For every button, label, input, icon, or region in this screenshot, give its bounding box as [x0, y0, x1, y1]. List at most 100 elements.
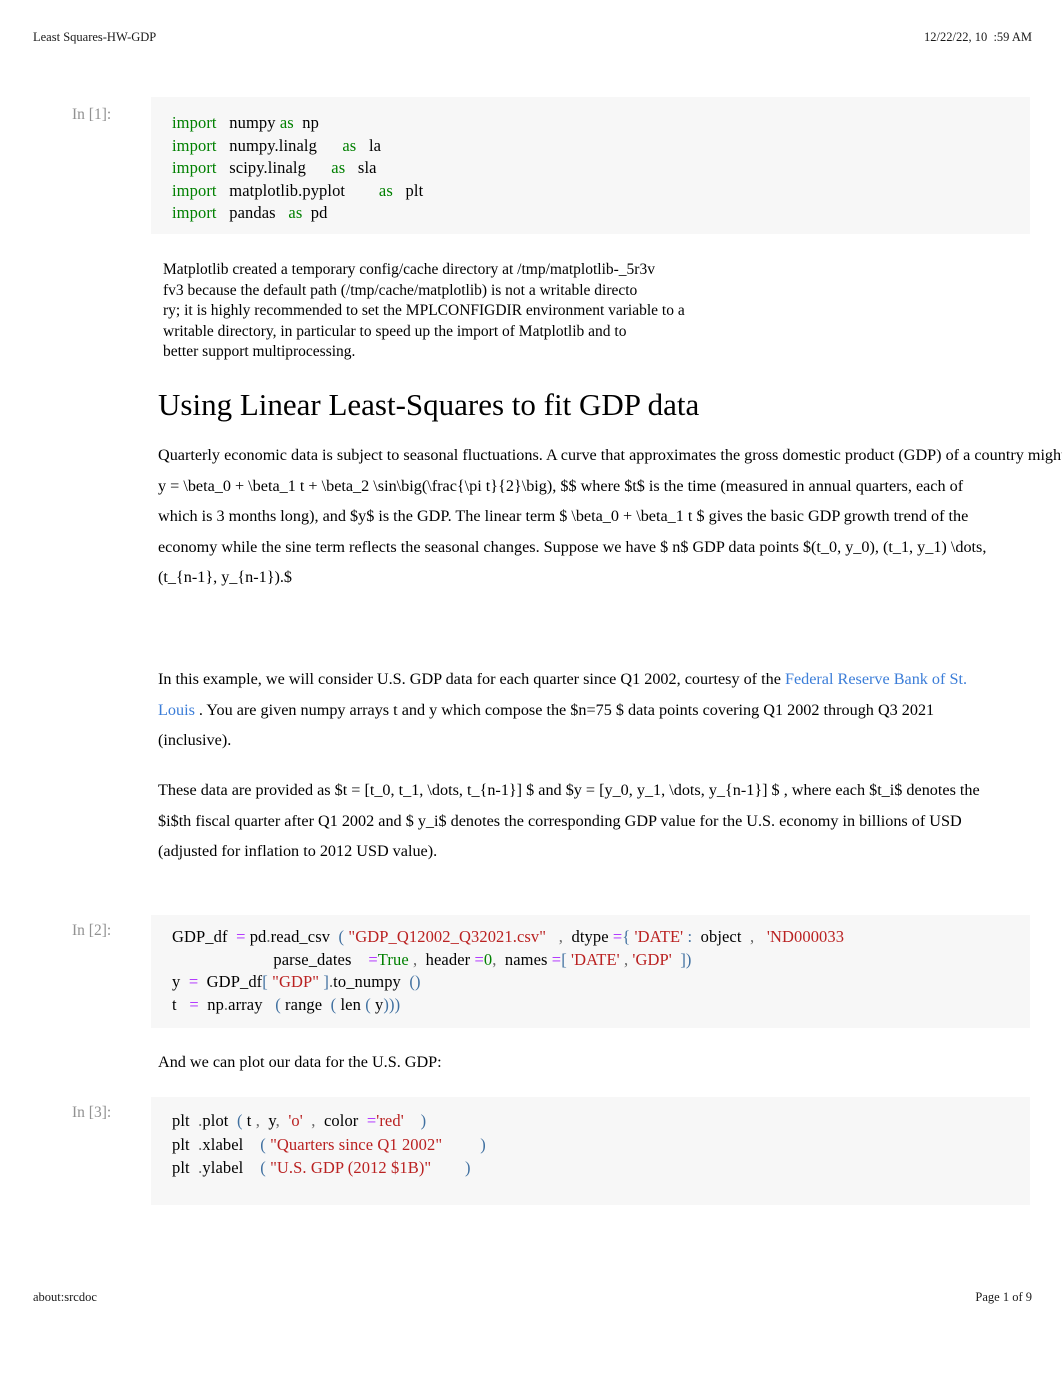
para1-math-2: $y$	[350, 507, 375, 526]
cell-prompt-in-1: In [1]:	[72, 106, 112, 123]
code-editor-3[interactable]: plt .plot ( t , y, 'o' , color ='red' ) p…	[151, 1097, 1030, 1205]
code-token: dtype	[563, 927, 613, 946]
code-token: 'red'	[376, 1111, 404, 1130]
code-token: "U.S. GDP (2012 $1B)"	[265, 1158, 432, 1177]
code-token: sla	[345, 158, 377, 177]
para3-text-e: th fiscal quarter after Q1 2002 and	[178, 811, 406, 830]
code-token: read_csv	[270, 927, 339, 946]
para3-math-4: $i$	[158, 811, 179, 830]
code-token: numpy.linalg	[216, 135, 343, 155]
code-line: import pandas as pd	[172, 203, 328, 223]
code-token: t	[172, 994, 190, 1014]
code-token: import	[172, 158, 217, 177]
para3-math-3: $t_i$	[869, 781, 903, 799]
print-header-timestamp: 12/22/22, 10 :59 AM	[924, 30, 1032, 44]
print-footer-source: about:srcdoc	[33, 1290, 97, 1304]
cell-prompt-in-3: In [3]:	[72, 1104, 112, 1121]
code-line: plt .ylabel ( "U.S. GDP (2012 $1B)" )	[172, 1158, 471, 1178]
para1-text-e: GDP data points	[688, 537, 803, 556]
code-token: plt	[392, 180, 424, 200]
code-token: plt	[172, 1158, 199, 1177]
code-token: import	[172, 180, 217, 200]
para3-math-2: $y = [y_0, y_1, \dots, y_{n-1}] $	[565, 781, 780, 799]
code-token: 'ND000033	[754, 927, 845, 946]
code-token: )	[403, 1111, 427, 1130]
code-token: y	[259, 1111, 276, 1130]
code-token: as	[378, 180, 393, 200]
code-token: range	[280, 994, 331, 1014]
markdown-paragraph-1: Quarterly economic data is subject to se…	[158, 440, 1062, 593]
markdown-paragraph-3: These data are provided as $t = [t_0, t_…	[158, 775, 996, 867]
code-token: names	[496, 949, 552, 969]
code-token: scipy.linalg	[216, 158, 332, 177]
code-token: as	[279, 113, 294, 132]
code-token: parse_dates	[172, 949, 369, 969]
code-token: =	[189, 994, 199, 1014]
code-line: import matplotlib.pyplot as plt	[172, 181, 423, 201]
print-footer-pagenum: Page 1 of 9	[975, 1290, 1032, 1304]
code-line: plt .xlabel ( "Quarters since Q1 2002" )	[172, 1135, 486, 1155]
code-token: =	[368, 949, 378, 969]
para3-text-b: and	[534, 781, 566, 799]
code-token: as	[331, 158, 346, 177]
code-token: )	[431, 1158, 471, 1177]
para2-text-d: which compose the	[437, 700, 571, 719]
code-line: t = np.array ( range ( len ( y)))	[172, 995, 400, 1015]
code-token: object	[692, 927, 746, 946]
code-token: import	[172, 203, 217, 222]
code-line: parse_dates =True , header =0, names =[ …	[172, 950, 692, 970]
code-token: plt	[172, 1111, 199, 1130]
code-token: color	[315, 1111, 367, 1130]
code-token: GDP_df	[198, 972, 263, 991]
code-token: ()	[409, 972, 421, 991]
code-token: "GDP"	[267, 972, 324, 991]
code-line: import numpy as np	[172, 113, 319, 133]
para3-math-5: $ y_i$	[405, 811, 447, 830]
para1-math-3: $ \beta_0 + \beta_1 t $	[559, 507, 705, 526]
code-token: 'DATE'	[566, 949, 620, 969]
code-token: plt	[172, 1134, 199, 1154]
code-token: "GDP_Q12002_Q32021.csv"	[344, 927, 547, 946]
para2-code-y: y	[429, 700, 438, 719]
code-line: y = GDP_df[ "GDP" ].to_numpy ()	[172, 972, 421, 992]
code-token: ,	[408, 949, 418, 969]
code-token: np	[198, 994, 224, 1014]
code-line: plt .plot ( t , y, 'o' , color ='red' )	[172, 1111, 426, 1131]
page-title: Using Linear Least-Squares to fit GDP da…	[158, 387, 700, 422]
code-token: import	[172, 113, 217, 132]
code-token: 'GDP'	[628, 949, 672, 969]
code-token: GDP_df	[172, 927, 237, 946]
code-editor-1[interactable]: import numpy as np import numpy.linalg as…	[151, 97, 1030, 234]
code-line: GDP_df = pd.read_csv ( "GDP_Q12002_Q3202…	[172, 927, 844, 947]
para3-text-a: These data are provided as	[158, 781, 335, 799]
code-token: 'DATE'	[630, 927, 684, 946]
code-token: t	[242, 1111, 256, 1130]
para2-text-c: and	[397, 700, 430, 719]
code-token: =	[551, 949, 562, 969]
code-token: 0	[483, 949, 493, 969]
code-token: to_numpy	[333, 972, 410, 991]
code-editor-2[interactable]: GDP_df = pd.read_csv ( "GDP_Q12002_Q3202…	[151, 915, 1030, 1028]
cell-prompt-in-2: In [2]:	[72, 922, 112, 939]
code-token: matplotlib.pyplot	[216, 180, 379, 200]
para3-text-c: , where each	[779, 781, 870, 799]
code-token: :	[683, 927, 693, 946]
code-token: 'o'	[279, 1111, 303, 1130]
code-token: len	[336, 994, 366, 1014]
markdown-paragraph-2: In this example, we will consider U.S. G…	[158, 664, 996, 756]
markdown-paragraph-4: And we can plot our data for the U.S. GD…	[158, 1053, 442, 1071]
code-token: as	[288, 203, 303, 222]
para2-math-1: $n=75 $	[570, 700, 624, 719]
code-token: as	[342, 135, 357, 155]
code-token: True	[377, 949, 409, 969]
code-token: header	[417, 949, 475, 969]
code-token: import	[172, 135, 217, 155]
code-token: plot	[202, 1111, 237, 1130]
code-token: array	[228, 994, 276, 1014]
code-token: pandas	[216, 203, 289, 222]
code-token: numpy	[216, 113, 280, 132]
para1-text-c: is the GDP. The linear term	[374, 507, 560, 526]
code-token: )	[442, 1134, 486, 1154]
code-token: xlabel	[202, 1134, 261, 1154]
code-token: =	[188, 972, 199, 991]
